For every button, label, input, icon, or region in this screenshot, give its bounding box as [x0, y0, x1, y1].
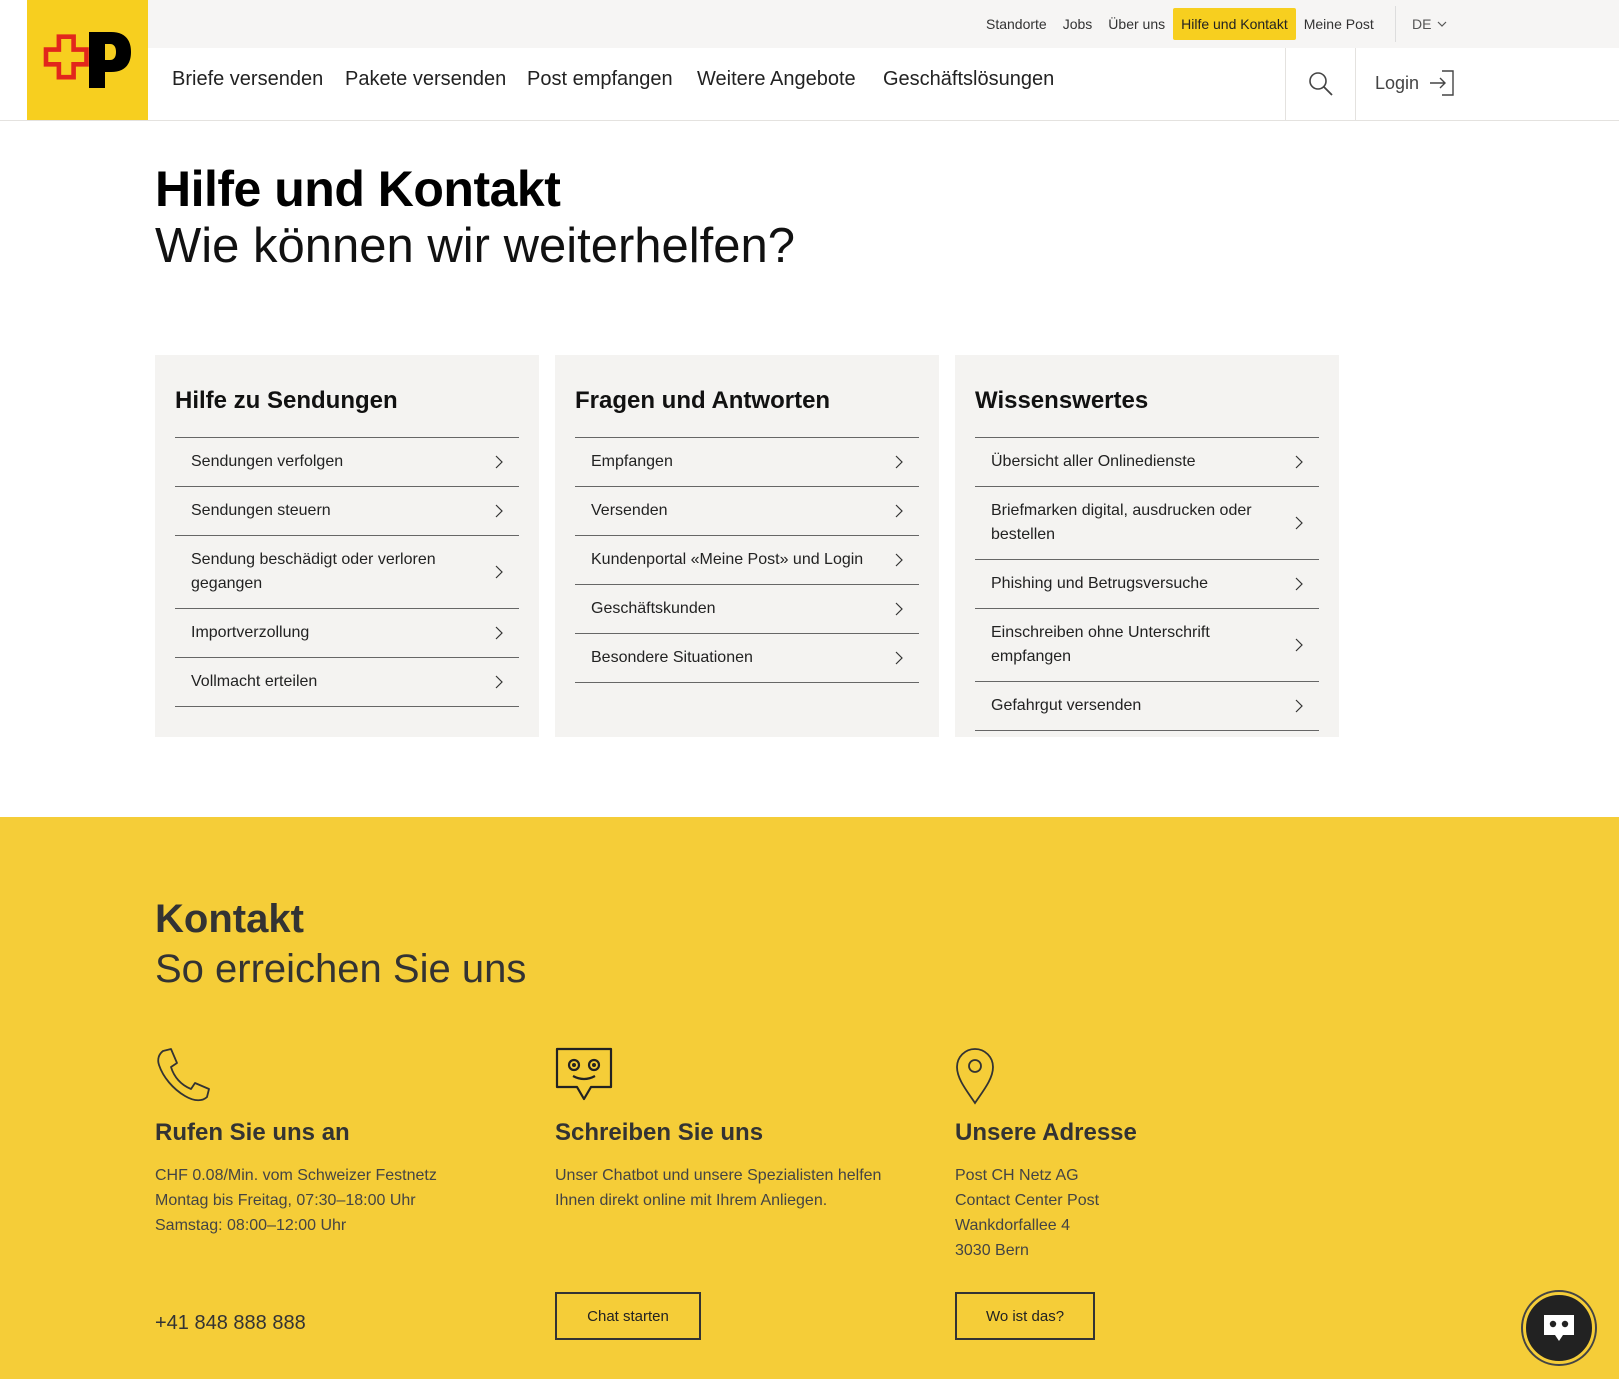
- list-item[interactable]: Phishing und Betrugsversuche: [975, 560, 1319, 609]
- phone-line: Montag bis Freitag, 07:30–18:00 Uhr: [155, 1192, 416, 1209]
- toplink-hilfe-und-kontakt[interactable]: Hilfe und Kontakt: [1173, 8, 1296, 40]
- address-line: Wankdorfallee 4: [955, 1217, 1071, 1234]
- map-button[interactable]: Wo ist das?: [955, 1292, 1095, 1340]
- contact-phone-column: Rufen Sie uns an CHF 0.08/Min. vom Schwe…: [155, 1047, 535, 1238]
- address-line: 3030 Bern: [955, 1242, 1029, 1259]
- toplink-meine-post[interactable]: Meine Post: [1296, 8, 1382, 40]
- chat-heading: Schreiben Sie uns: [555, 1119, 764, 1146]
- post-logo[interactable]: [27, 0, 148, 120]
- chevron-right-icon: [895, 602, 903, 616]
- phone-number-link[interactable]: +41 848 888 888: [155, 1312, 306, 1335]
- chevron-right-icon: [495, 504, 503, 518]
- top-links: Standorte Jobs Über uns Hilfe und Kontak…: [978, 8, 1382, 40]
- language-label: DE: [1412, 16, 1432, 32]
- nav-geschaeftsloesungen[interactable]: Geschäftslösungen: [883, 68, 1054, 91]
- chevron-right-icon: [1295, 577, 1303, 591]
- card-title: Fragen und Antworten: [575, 387, 831, 414]
- link-list: Übersicht aller Onlinedienste Briefmarke…: [975, 437, 1319, 731]
- list-item[interactable]: Sendungen verfolgen: [175, 438, 519, 487]
- list-item[interactable]: Übersicht aller Onlinedienste: [975, 438, 1319, 487]
- list-item[interactable]: Sendung beschädigt oder verloren gegange…: [175, 536, 519, 609]
- list-item[interactable]: Empfangen: [575, 438, 919, 487]
- chat-line: Unser Chatbot und unsere Spezialisten he…: [555, 1167, 882, 1184]
- list-item[interactable]: Briefmarken digital, ausdrucken oder bes…: [975, 487, 1319, 560]
- top-bar: [148, 0, 1619, 48]
- chevron-right-icon: [1295, 455, 1303, 469]
- address-line: Contact Center Post: [955, 1192, 1100, 1209]
- list-item[interactable]: Versenden: [575, 487, 919, 536]
- chat-start-button[interactable]: Chat starten: [555, 1292, 701, 1340]
- card-title: Wissenswertes: [975, 387, 1149, 414]
- list-item[interactable]: Sendungen steuern: [175, 487, 519, 536]
- chevron-right-icon: [895, 553, 903, 567]
- toplink-jobs[interactable]: Jobs: [1055, 8, 1101, 40]
- toplink-ueber-uns[interactable]: Über uns: [1100, 8, 1173, 40]
- phone-line: CHF 0.08/Min. vom Schweizer Festnetz: [155, 1167, 437, 1184]
- phone-heading: Rufen Sie uns an: [155, 1119, 350, 1146]
- card-fragen-und-antworten: Fragen und Antworten Empfangen Versenden…: [555, 355, 939, 737]
- address-line: Post CH Netz AG: [955, 1167, 1079, 1184]
- search-button[interactable]: [1285, 48, 1356, 120]
- contact-subtitle: So erreichen Sie uns: [155, 947, 527, 991]
- chatbot-icon: [555, 1047, 613, 1101]
- location-pin-icon: [956, 1048, 994, 1105]
- list-item[interactable]: Besondere Situationen: [575, 634, 919, 683]
- contact-chat-column: Schreiben Sie uns Unser Chatbot und unse…: [555, 1047, 935, 1213]
- language-separator: [1395, 6, 1396, 42]
- site-header: Standorte Jobs Über uns Hilfe und Kontak…: [0, 0, 1619, 121]
- chevron-right-icon: [1295, 516, 1303, 530]
- chatbot-icon: [1544, 1315, 1574, 1341]
- chevron-right-icon: [495, 455, 503, 469]
- chatbot-launcher[interactable]: [1523, 1292, 1595, 1364]
- card-hilfe-zu-sendungen: Hilfe zu Sendungen Sendungen verfolgen S…: [155, 355, 539, 737]
- list-item[interactable]: Gefahrgut versenden: [975, 682, 1319, 731]
- page-subtitle: Wie können wir weiterhelfen?: [155, 219, 796, 273]
- chevron-right-icon: [495, 626, 503, 640]
- card-title: Hilfe zu Sendungen: [175, 387, 398, 414]
- page-title: Hilfe und Kontakt: [155, 161, 561, 217]
- language-selector[interactable]: DE: [1412, 8, 1447, 40]
- chevron-right-icon: [895, 504, 903, 518]
- login-label: Login: [1375, 72, 1420, 93]
- nav-post-empfangen[interactable]: Post empfangen: [527, 68, 673, 91]
- list-item[interactable]: Kundenportal «Meine Post» und Login: [575, 536, 919, 585]
- list-item[interactable]: Importverzollung: [175, 609, 519, 658]
- card-wissenswertes: Wissenswertes Übersicht aller Onlinedien…: [955, 355, 1339, 737]
- list-item[interactable]: Vollmacht erteilen: [175, 658, 519, 707]
- phone-line: Samstag: 08:00–12:00 Uhr: [155, 1217, 347, 1234]
- toplink-standorte[interactable]: Standorte: [978, 8, 1055, 40]
- chat-line: Ihnen direkt online mit Ihrem Anliegen.: [555, 1192, 828, 1209]
- nav-weitere-angebote[interactable]: Weitere Angebote: [697, 68, 856, 91]
- chevron-right-icon: [1295, 638, 1303, 652]
- link-list: Sendungen verfolgen Sendungen steuern Se…: [175, 437, 519, 707]
- search-icon: [1308, 72, 1333, 96]
- chevron-down-icon: [1438, 21, 1447, 27]
- chevron-right-icon: [895, 455, 903, 469]
- contact-section: Kontakt So erreichen Sie uns Rufen Sie u…: [0, 817, 1619, 1379]
- login-icon: [1430, 70, 1454, 96]
- nav-pakete-versenden[interactable]: Pakete versenden: [345, 68, 506, 91]
- phone-icon: [157, 1048, 210, 1102]
- post-logo-icon: [43, 32, 131, 88]
- address-heading: Unsere Adresse: [955, 1119, 1137, 1146]
- list-item[interactable]: Geschäftskunden: [575, 585, 919, 634]
- nav-briefe-versenden[interactable]: Briefe versenden: [172, 68, 323, 91]
- contact-address-column: Unsere Adresse Post CH Netz AG Contact C…: [955, 1047, 1335, 1263]
- link-list: Empfangen Versenden Kundenportal «Meine …: [575, 437, 919, 683]
- login-button[interactable]: Login: [1375, 70, 1455, 96]
- list-item[interactable]: Einschreiben ohne Unterschrift empfangen: [975, 609, 1319, 682]
- chevron-right-icon: [1295, 699, 1303, 713]
- chevron-right-icon: [495, 565, 503, 579]
- contact-title: Kontakt: [155, 897, 304, 941]
- chevron-right-icon: [495, 675, 503, 689]
- chevron-right-icon: [895, 651, 903, 665]
